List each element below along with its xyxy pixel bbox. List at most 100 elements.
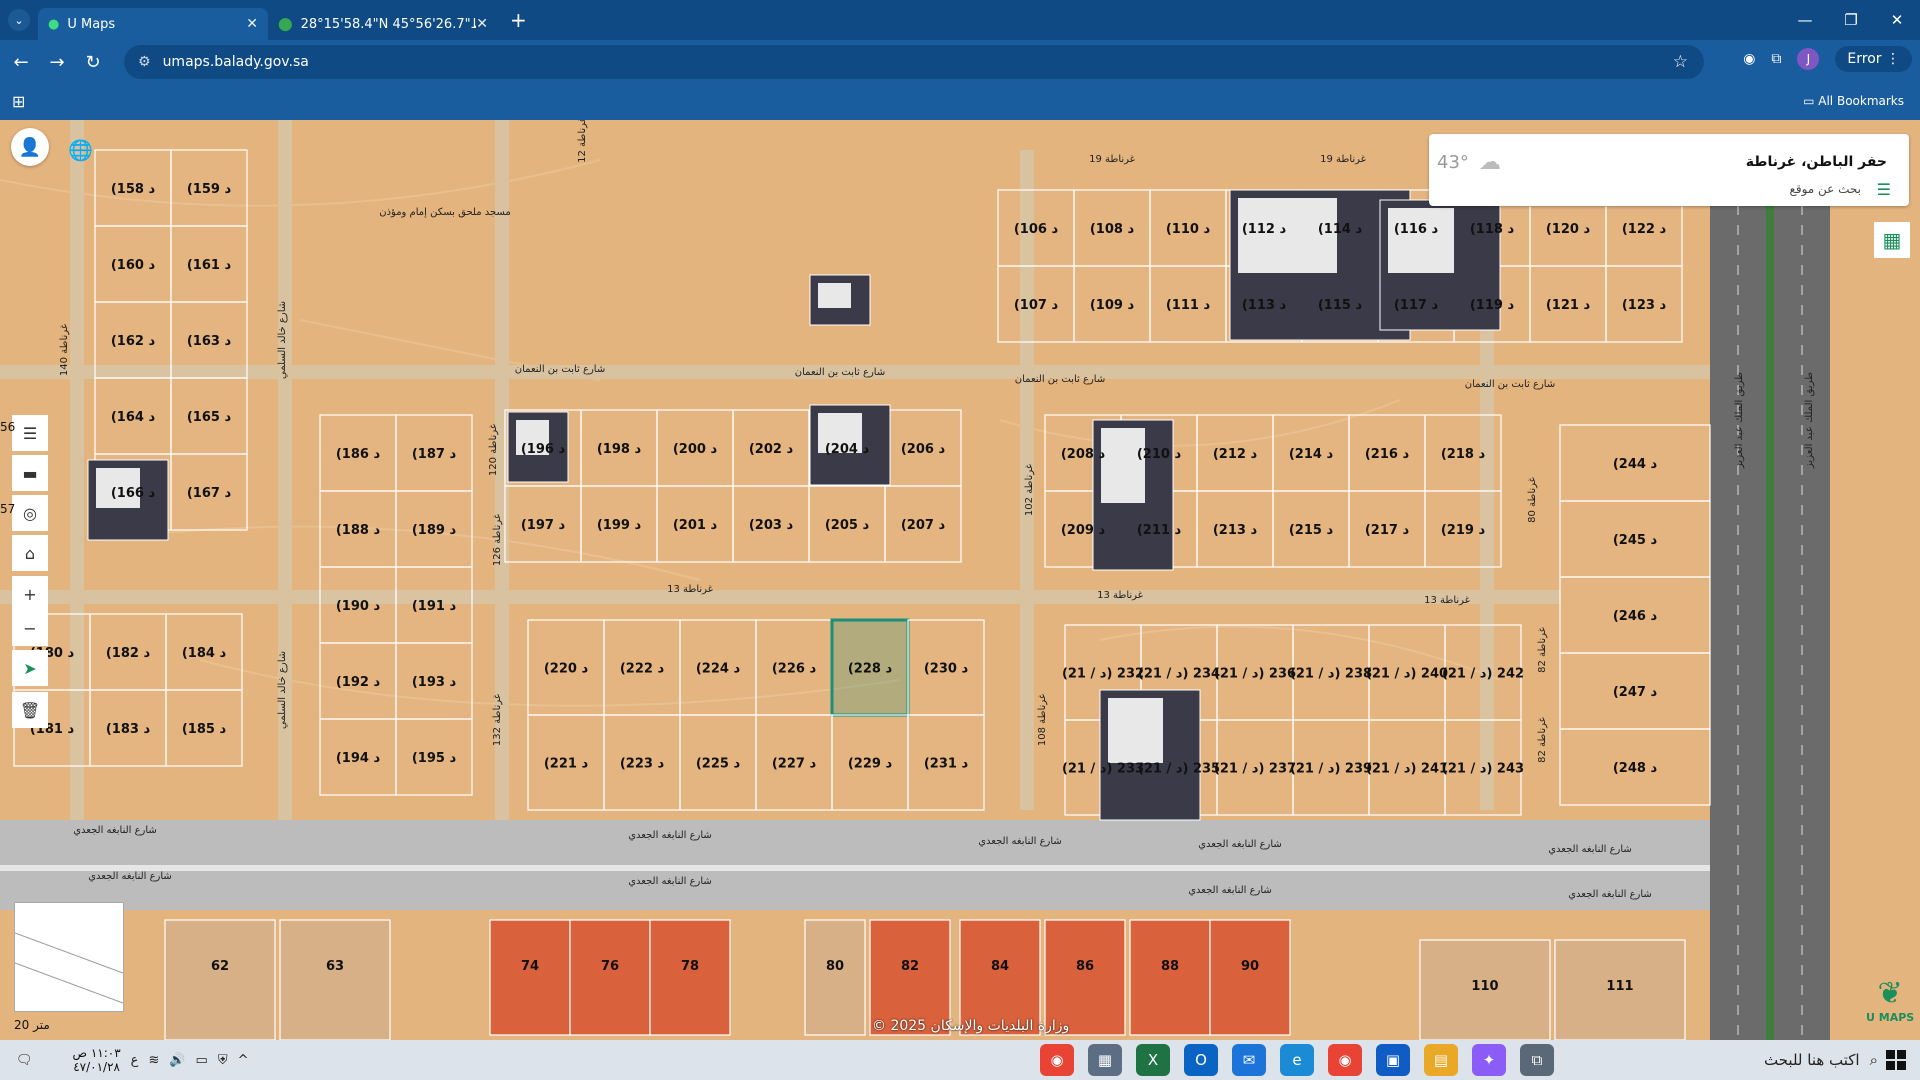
plot-label: (د 220 xyxy=(544,662,589,677)
bookmark-star-icon[interactable]: ☆ xyxy=(1673,52,1688,72)
all-bookmarks-button[interactable]: ▭ All Bookmarks xyxy=(1803,94,1904,108)
road-granada-13 xyxy=(0,590,1560,604)
plot-label: (د 245 xyxy=(1613,533,1658,548)
url-text[interactable]: umaps.balady.gov.sa xyxy=(163,54,309,70)
map-canvas[interactable]: (د 158 (د 159 (د 160 (د 161 (د 162 (د 163 (د 1… xyxy=(0,120,1920,1040)
plot-label: (د 210 xyxy=(1137,447,1182,462)
battery-icon[interactable]: ▭ xyxy=(196,1053,208,1068)
locate-button[interactable]: ◎ xyxy=(12,495,48,531)
user-profile-button[interactable]: 👤 xyxy=(11,128,49,166)
outlook-icon[interactable]: O xyxy=(1184,1044,1218,1076)
plot-label: (د 165 xyxy=(187,410,232,425)
list-icon: ☰ xyxy=(22,423,38,443)
plot-label: (د 195 xyxy=(412,751,457,766)
zoom-out-button[interactable]: − xyxy=(12,610,48,646)
plot-label: (د 186 xyxy=(336,447,381,462)
tab-umaps[interactable]: ● U Maps ✕ xyxy=(38,8,268,40)
tab-google-maps[interactable]: ⬤ 28°15'58.4"N 45°56'26.7"خرائط ✕ xyxy=(268,8,498,40)
security-icon[interactable]: ⛨ xyxy=(218,1053,228,1068)
puzzle-icon[interactable]: ⧉ xyxy=(1771,51,1781,67)
plot-label: (د 225 xyxy=(696,757,741,772)
zoom-in-button[interactable]: + xyxy=(12,576,48,612)
close-tab-icon[interactable]: ✕ xyxy=(246,16,258,32)
plot-label: (21 / د) 234 xyxy=(1138,667,1220,682)
plot-label: (د 221 xyxy=(544,757,589,772)
house-plot[interactable] xyxy=(649,919,731,1036)
task-view-icon[interactable]: ⧉ xyxy=(1520,1044,1554,1076)
plot-label: (د 158 xyxy=(111,182,156,197)
profile-avatar[interactable]: J xyxy=(1797,48,1820,70)
copilot-icon[interactable]: ✦ xyxy=(1472,1044,1506,1076)
house-plot[interactable] xyxy=(489,919,571,1036)
extension-icon[interactable]: ◉ xyxy=(1743,51,1755,67)
notification-icon[interactable]: 🗨 xyxy=(16,1053,33,1068)
error-button[interactable]: Error ⋮ xyxy=(1835,46,1912,72)
volume-icon[interactable]: 🔊 xyxy=(169,1053,185,1068)
forward-icon[interactable]: → xyxy=(42,52,72,73)
plot-label: (د 118 xyxy=(1470,222,1515,237)
plot-label: (د 108 xyxy=(1090,222,1135,237)
restore-icon[interactable]: ❐ xyxy=(1828,0,1874,40)
toolbar-actions: ◉ ⧉ J Error ⋮ xyxy=(1743,46,1912,72)
plot-label: (د 218 xyxy=(1441,447,1486,462)
plot-label: (د 211 xyxy=(1137,523,1182,538)
street-label: غرناطة 13 xyxy=(1097,590,1143,601)
minimize-icon[interactable]: — xyxy=(1782,0,1828,40)
plot-label: (د 110 xyxy=(1166,222,1211,237)
chrome-icon[interactable]: ◉ xyxy=(1328,1044,1362,1076)
plot-label: (21 / د) 242 xyxy=(1442,667,1524,682)
overview-minimap[interactable] xyxy=(14,902,124,1012)
house-plot[interactable] xyxy=(804,919,866,1036)
taskbar-search[interactable]: اكتب هنا للبحث ⌕ xyxy=(1588,1044,1878,1076)
house-plot[interactable] xyxy=(1209,919,1291,1036)
apps-grid-icon[interactable]: ⊞ xyxy=(12,92,25,111)
street-label: غرناطة 13 xyxy=(667,584,713,595)
house-plot[interactable] xyxy=(569,919,651,1036)
clock[interactable]: ١١:٠٣ ص ٤٧/٠١/٢٨ xyxy=(73,1046,121,1074)
close-tab-icon[interactable]: ✕ xyxy=(476,16,488,32)
edge-icon[interactable]: e xyxy=(1280,1044,1314,1076)
store-icon[interactable]: ▣ xyxy=(1376,1044,1410,1076)
house-label: 76 xyxy=(601,959,619,974)
house-plot[interactable] xyxy=(164,919,276,1040)
site-info-icon[interactable]: ⚙ xyxy=(138,54,151,70)
select-tool-button[interactable]: ➤ xyxy=(12,650,48,686)
mail-icon[interactable]: ✉ xyxy=(1232,1044,1266,1076)
search-placeholder: اكتب هنا للبحث xyxy=(1764,1051,1860,1069)
menu-icon[interactable]: ☰ xyxy=(1877,180,1891,199)
language-indicator[interactable]: ع xyxy=(131,1053,139,1068)
plot-label: (21 / د) 233 xyxy=(1062,762,1144,777)
back-icon[interactable]: ← xyxy=(6,52,36,73)
tab-search-icon[interactable]: ⌄ xyxy=(8,9,30,31)
globe-icon[interactable]: 🌐 xyxy=(68,138,93,162)
address-bar[interactable]: ⚙ umaps.balady.gov.sa ☆ xyxy=(124,45,1704,79)
system-tray: 🗨 ١١:٠٣ ص ٤٧/٠١/٢٨ ع ≋ 🔊 ▭ ⛨ ^ xyxy=(16,1046,249,1074)
plot-label: (د 227 xyxy=(772,757,817,772)
plot-label: (د 107 xyxy=(1014,298,1059,313)
house-plot[interactable] xyxy=(1129,919,1211,1036)
plot-label: (د 229 xyxy=(848,757,893,772)
new-tab-icon[interactable]: + xyxy=(510,8,527,32)
excel-icon[interactable]: X xyxy=(1136,1044,1170,1076)
all-bookmarks-label: All Bookmarks xyxy=(1818,94,1904,108)
legend-list-button[interactable]: ☰ xyxy=(12,415,48,451)
chrome-icon[interactable]: ◉ xyxy=(1040,1044,1074,1076)
wifi-icon[interactable]: ≋ xyxy=(148,1053,159,1068)
house-label: 110 xyxy=(1471,979,1498,994)
chevron-up-icon[interactable]: ^ xyxy=(238,1053,249,1068)
delete-button[interactable]: 🗑 xyxy=(12,692,48,728)
layers-icon: ▦ xyxy=(1882,228,1902,252)
calculator-icon[interactable]: ▦ xyxy=(1088,1044,1122,1076)
reload-icon[interactable]: ↻ xyxy=(78,52,108,73)
layers-button[interactable]: ▦ xyxy=(1874,222,1910,258)
start-button[interactable] xyxy=(1886,1050,1906,1070)
house-plot[interactable] xyxy=(279,919,391,1040)
measure-button[interactable]: ▬ xyxy=(12,455,48,491)
close-window-icon[interactable]: ✕ xyxy=(1874,0,1920,40)
explorer-icon[interactable]: ▤ xyxy=(1424,1044,1458,1076)
plot-label: (د 119 xyxy=(1470,298,1515,313)
edge-label: 56 xyxy=(0,420,16,434)
street-label: غرناطة 12 xyxy=(577,120,588,163)
location-search[interactable]: بحث عن موقع xyxy=(1789,182,1861,196)
home-button[interactable]: ⌂ xyxy=(12,535,48,571)
